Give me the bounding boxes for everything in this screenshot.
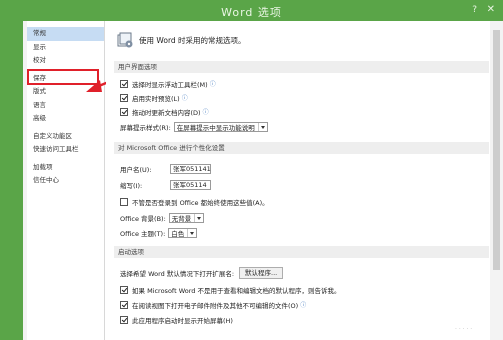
screentip-row: 屏幕提示样式(R): 在屏幕提示中显示功能说明 — [120, 121, 268, 132]
sidebar-item-display[interactable]: 显示 — [27, 41, 104, 55]
chevron-down-icon — [187, 228, 196, 237]
general-options-icon — [117, 32, 133, 48]
start-screen-label: 此应用程序启动时显示开始屏幕(H) — [132, 316, 233, 325]
office-background-value: 无背景 — [171, 214, 192, 223]
section-startup: 启动选项 — [114, 246, 489, 258]
default-viewer-label: 如果 Microsoft Word 不是用于查看和编辑文档的默认程序，则告诉我。 — [132, 286, 341, 295]
sidebar-item-advanced[interactable]: 高级 — [27, 112, 104, 126]
default-viewer-checkbox[interactable] — [120, 285, 128, 294]
minitoolbar-label: 选择时显示浮动工具栏(M) — [132, 80, 208, 89]
office-background-row: Office 背景(B): 无背景 — [120, 212, 205, 223]
username-field[interactable]: 张军051141 — [170, 163, 211, 174]
window-title: Word 选项 — [221, 6, 282, 19]
scrollbar-thumb[interactable] — [493, 30, 500, 270]
office-theme-label: Office 主题(T): — [120, 229, 166, 238]
default-programs-button[interactable]: 默认程序... — [239, 266, 284, 279]
default-ext-row: 选择希望 Word 默认情况下打开扩展名: 默认程序... — [120, 266, 284, 279]
start-screen-checkbox[interactable] — [120, 315, 128, 324]
page-title: 使用 Word 时采用的常规选项。 — [139, 35, 246, 45]
sidebar-item-quick-access[interactable]: 快速访问工具栏 — [27, 143, 104, 157]
title-bar: Word 选项 ? ✕ — [0, 0, 503, 21]
screentip-label: 屏幕提示样式(R): — [120, 123, 171, 132]
office-theme-row: Office 主题(T): 白色 — [120, 227, 198, 238]
info-icon: ⓘ — [202, 109, 209, 116]
sidebar-item-general[interactable]: 常规 — [27, 27, 104, 41]
sidebar-item-addins[interactable]: 加载项 — [27, 161, 104, 175]
screentip-select[interactable]: 在屏幕提示中显示功能说明 — [173, 121, 268, 132]
info-icon: ⓘ — [181, 95, 188, 102]
opt-start-screen[interactable]: 此应用程序启动时显示开始屏幕(H) — [120, 314, 233, 325]
opt-dragupdate[interactable]: 拖动时更新文档内容(D) ⓘ — [120, 106, 209, 117]
reading-view-checkbox[interactable] — [120, 300, 128, 309]
sidebar-item-trust-center[interactable]: 信任中心 — [27, 174, 104, 188]
livepreview-label: 启用实时预览(L) — [132, 94, 180, 103]
dragupdate-checkbox[interactable] — [120, 107, 128, 116]
chevron-down-icon — [194, 213, 203, 222]
username-label: 用户名(U): — [120, 165, 152, 174]
section-ui-options: 用户界面选项 — [114, 61, 489, 73]
section-personalize: 对 Microsoft Office 进行个性化设置 — [114, 142, 489, 154]
opt-reading-view[interactable]: 在阅读视图下打开电子邮件附件及其他不可编辑的文件(O) ⓘ — [120, 299, 306, 310]
opt-livepreview[interactable]: 启用实时预览(L) ⓘ — [120, 92, 188, 103]
office-background-label: Office 背景(B): — [120, 214, 166, 223]
help-icon[interactable]: ? — [472, 5, 477, 15]
sidebar-item-language[interactable]: 语言 — [27, 99, 104, 113]
opt-minitoolbar[interactable]: 选择时显示浮动工具栏(M) ⓘ — [120, 78, 216, 89]
window-frame-left — [0, 21, 23, 340]
office-theme-select[interactable]: 白色 — [168, 227, 198, 238]
watermark: · · · · · — [455, 326, 473, 333]
chevron-down-icon — [257, 122, 267, 131]
opt-default-viewer[interactable]: 如果 Microsoft Word 不是用于查看和编辑文档的默认程序，则告诉我。 — [120, 284, 341, 295]
minitoolbar-checkbox[interactable] — [120, 79, 128, 88]
dragupdate-label: 拖动时更新文档内容(D) — [132, 108, 201, 117]
sidebar-item-customize-ribbon[interactable]: 自定义功能区 — [27, 130, 104, 144]
always-use-checkbox[interactable] — [120, 197, 128, 206]
main-panel: 使用 Word 时采用的常规选项。 用户界面选项 选择时显示浮动工具栏(M) ⓘ… — [106, 21, 503, 340]
page-header: 使用 Word 时采用的常规选项。 — [116, 30, 246, 50]
username-row: 用户名(U): 张军051141 — [120, 163, 211, 174]
office-theme-value: 白色 — [171, 229, 185, 238]
opt-always-use[interactable]: 不管是否登录到 Office 都始终使用这些值(A)。 — [120, 196, 269, 207]
initials-label: 缩写(I): — [120, 181, 143, 190]
always-use-label: 不管是否登录到 Office 都始终使用这些值(A)。 — [132, 198, 269, 207]
screentip-value: 在屏幕提示中显示功能说明 — [176, 123, 255, 132]
default-ext-label: 选择希望 Word 默认情况下打开扩展名: — [120, 269, 235, 278]
close-icon[interactable]: ✕ — [487, 4, 495, 15]
info-icon: ⓘ — [300, 302, 307, 309]
reading-view-label: 在阅读视图下打开电子邮件附件及其他不可编辑的文件(O) — [132, 301, 299, 310]
office-background-select[interactable]: 无背景 — [168, 212, 205, 223]
initials-row: 缩写(I): 张军05114 — [120, 179, 211, 190]
info-icon: ⓘ — [209, 81, 216, 88]
livepreview-checkbox[interactable] — [120, 93, 128, 102]
initials-field[interactable]: 张军05114 — [170, 179, 211, 190]
